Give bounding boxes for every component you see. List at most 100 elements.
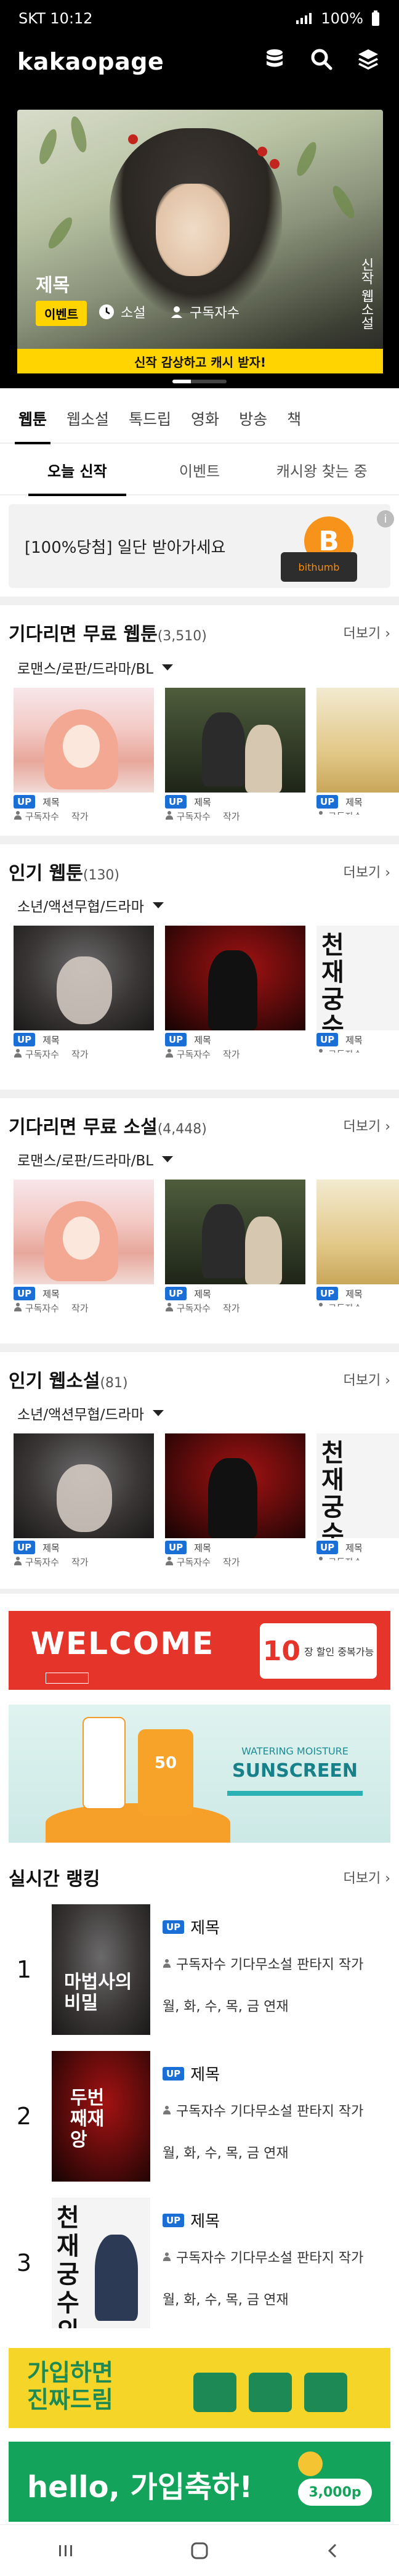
card-row: UP 제목 구독자수 작가 UP 제목 구독자수 작가 천재궁수의 UP 제목 구독자수 [14,1433,399,1568]
genre-filter[interactable]: 로맨스/로판/드라마/BL [17,657,174,678]
section-title: 기다리면 무료 소설(4,448) [9,1112,207,1139]
card-subscribers: 구독자수 [328,811,362,815]
divider [0,836,399,844]
tab-movie[interactable]: 영화 [181,394,229,443]
home-icon[interactable] [189,2540,210,2561]
title-card[interactable]: UP 제목 구독자수 작가 [14,1433,154,1568]
card-row: UP 제목 구독자수 작가 UP 제목 구독자수 작가 UP 제목 구독자수 [14,1180,399,1314]
back-icon[interactable] [324,2541,342,2560]
subtab-event[interactable]: 이벤트 [139,444,261,495]
genre-filter-label: 로맨스/로판/드라마/BL [17,1153,154,1169]
up-badge: UP [14,1541,36,1554]
title-card[interactable]: UP 제목 구독자수 작가 [165,688,305,822]
title-card[interactable]: UP 제목 구독자수 작가 [14,688,154,822]
title-card[interactable]: UP 제목 구독자수 작가 [14,1180,154,1314]
more-label: 더보기 [343,1119,381,1135]
up-badge: UP [14,1033,36,1046]
card-title: 제목 [345,1288,363,1300]
card-title: 제목 [345,796,363,808]
signup-banner-yellow[interactable]: 가입하면 진짜드림 [9,2348,390,2428]
tab-broadcast[interactable]: 방송 [229,394,277,443]
card-thumbnail [316,1180,399,1284]
section-title: 인기 웹소설(81) [9,1366,128,1393]
person-icon [165,1049,174,1058]
chevron-down-icon [152,1410,164,1416]
card-subscribers: 구독자수 [25,1557,59,1568]
subtab-today-new[interactable]: 오늘 신작 [16,444,139,496]
card-row: UP 제목 구독자수 작가 UP 제목 구독자수 작가 천재궁수의 UP 제목 구독자수 [14,926,399,1060]
genre-filter-label: 소년/액션무협/드라마 [17,899,144,915]
card-thumbnail [316,688,399,793]
coin-icon [298,2452,323,2476]
tab-webtoon[interactable]: 웹툰 [9,394,57,444]
card-author: 작가 [71,811,89,822]
title-card[interactable]: UP 제목 구독자수 작가 [165,1433,305,1568]
title-card[interactable]: UP 제목 구독자수 작가 [165,1180,305,1314]
system-nav-bar [0,2524,399,2576]
subtab-cash-king[interactable]: 캐시왕 찾는 중 [260,444,383,495]
up-badge: UP [163,1920,185,1934]
hero-carousel[interactable]: 제목 이벤트 소설 구독자수 신작 웹소설 신작 감상하고 캐시 받자! [0,110,399,388]
person-icon [14,811,22,820]
card-subscribers: 구독자수 [328,1049,362,1053]
card-title: 제목 [42,1288,60,1300]
more-link[interactable]: 더보기 › [343,1115,390,1135]
more-label: 더보기 [343,1373,381,1388]
banner-fineprint [33,1664,218,1670]
ranking-item[interactable]: 1 마법사의 비밀 UP 제목 구독자수 기다무소설 판타지 작가 월, 화, 수… [9,1904,390,2040]
spf-label: 50 [154,1754,177,1772]
card-author: 작가 [222,811,240,822]
rank-item-days: 월, 화, 수, 목, 금 연재 [163,1999,289,2015]
recents-icon[interactable] [57,2541,75,2560]
thumbnail-title-art: 천재궁수의 [321,1439,344,1538]
person-icon [14,1049,22,1058]
tab-book[interactable]: 책 [277,394,311,443]
card-author: 작가 [71,1557,89,1568]
card-thumbnail [14,926,154,1030]
welcome-banner[interactable]: WELCOME 10 장 할인 중복가능 [9,1611,390,1690]
ad-banner-bithumb[interactable]: [100%당첨] 일단 받아가세요 B bithumb i [9,504,394,588]
up-badge: UP [165,1541,187,1554]
title-card[interactable]: 천재궁수의 UP 제목 구독자수 [316,1433,399,1560]
thumbnail-title-art: 두번째재앙 [70,2087,105,2151]
rank-item-title: 제목 [190,2066,220,2084]
chevron-down-icon [162,664,174,670]
more-label: 더보기 [343,865,381,881]
ranking-item[interactable]: 3 천재궁수의 UP 제목 구독자수 기다무소설 판타지 작가 월, 화, 수, … [9,2198,390,2333]
storage-icon[interactable] [261,46,288,73]
hero-genre: 소설 [99,302,145,322]
more-link[interactable]: 더보기 › [343,1867,390,1887]
chevron-down-icon [152,902,164,908]
genre-filter[interactable]: 소년/액션무협/드라마 [17,895,164,916]
title-card[interactable]: UP 제목 구독자수 [316,1180,399,1306]
signup-banner-green[interactable]: hello, 가입축하! 3,000p [9,2442,390,2522]
product-tube [83,1717,126,1809]
hero-cta-button[interactable]: 신작 감상하고 캐시 받자! [17,349,383,373]
title-card[interactable]: UP 제목 구독자수 작가 [14,926,154,1060]
app-bar: kakaopage [0,37,399,110]
sunscreen-banner[interactable]: 50 WATERING MOISTURE SUNSCREEN [9,1705,390,1843]
genre-filter[interactable]: 로맨스/로판/드라마/BL [17,1149,174,1170]
card-title: 제목 [345,1034,363,1046]
rank-item-title: 제목 [190,2212,220,2231]
more-link[interactable]: 더보기 › [343,862,390,881]
ad-banner-text: [100%당첨] 일단 받아가세요 [25,539,226,557]
title-card[interactable]: UP 제목 구독자수 작가 [165,926,305,1060]
tab-webnovel[interactable]: 웹소설 [57,394,119,443]
title-card[interactable]: 천재궁수의 UP 제목 구독자수 [316,926,399,1053]
info-icon[interactable]: i [377,510,394,528]
card-thumbnail [14,1433,154,1538]
card-thumbnail [165,926,305,1030]
more-link[interactable]: 더보기 › [343,1369,390,1389]
card-author: 작가 [71,1049,89,1060]
ranking-item[interactable]: 2 두번째재앙 UP 제목 구독자수 기다무소설 판타지 작가 월, 화, 수, … [9,2051,390,2187]
app-logo[interactable]: kakaopage [17,48,164,75]
title-card[interactable]: UP 제목 구독자수 [316,688,399,815]
layers-icon[interactable] [355,46,382,73]
section-title: 기다리면 무료 웹툰(3,510) [9,619,207,646]
search-icon[interactable] [308,46,335,73]
battery-text: 100% [321,10,363,27]
tab-talkdrip[interactable]: 톡드립 [119,394,181,443]
genre-filter[interactable]: 소년/액션무협/드라마 [17,1403,164,1424]
more-link[interactable]: 더보기 › [343,622,390,642]
